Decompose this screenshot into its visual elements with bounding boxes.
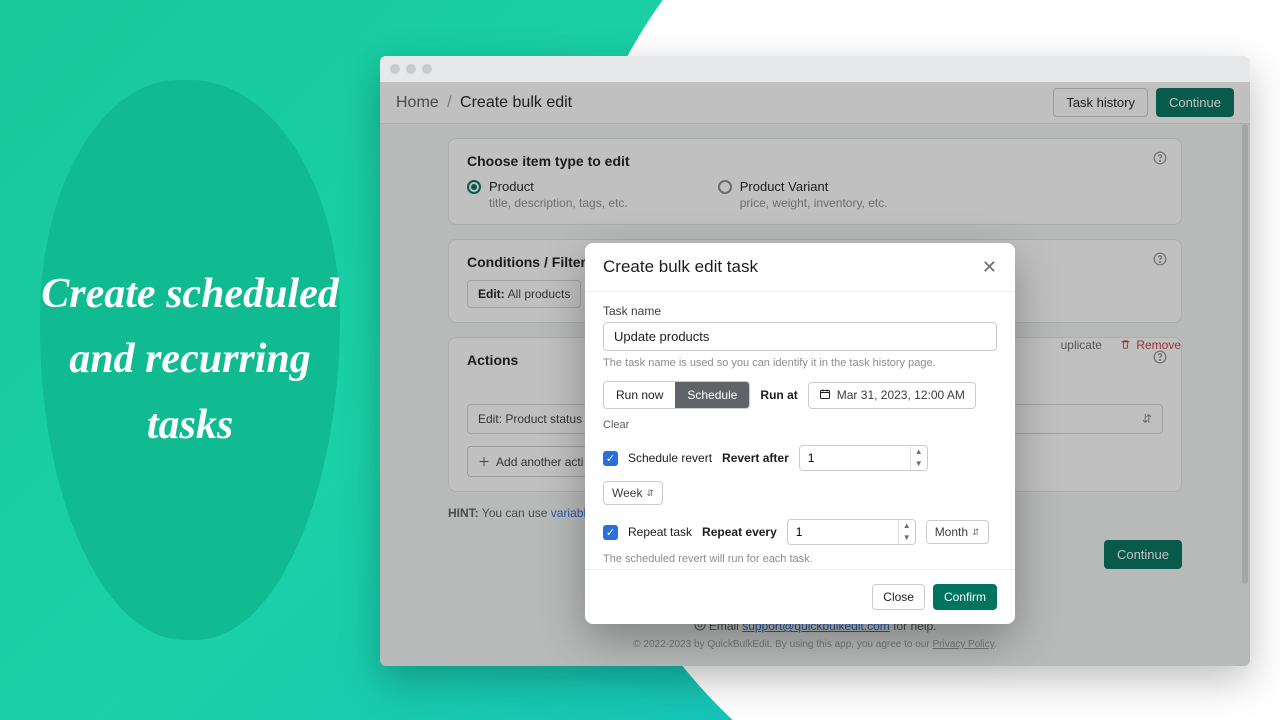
- scrollbar[interactable]: [1242, 124, 1248, 584]
- schedule-option[interactable]: Schedule: [675, 382, 749, 408]
- create-task-modal: Create bulk edit task ✕ Task name The ta…: [585, 243, 1015, 624]
- stepper-down-icon[interactable]: ▼: [899, 532, 915, 544]
- task-history-button[interactable]: Task history: [1053, 88, 1148, 117]
- close-icon[interactable]: ✕: [982, 258, 997, 276]
- breadcrumb-current: Create bulk edit: [460, 94, 572, 111]
- confirm-button[interactable]: Confirm: [933, 584, 997, 610]
- run-at-date-picker[interactable]: Mar 31, 2023, 12:00 AM: [808, 382, 976, 409]
- run-mode-segment: Run now Schedule: [603, 381, 750, 409]
- schedule-revert-label: Schedule revert: [628, 451, 712, 465]
- card-item-type: Choose item type to edit Product title, …: [448, 138, 1182, 225]
- stepper-up-icon[interactable]: ▲: [899, 520, 915, 532]
- task-name-input[interactable]: [603, 322, 997, 351]
- radio-icon: [467, 180, 481, 194]
- help-icon[interactable]: [1153, 252, 1167, 269]
- help-icon[interactable]: [1153, 350, 1167, 367]
- task-name-label: Task name: [603, 304, 997, 318]
- run-now-option[interactable]: Run now: [604, 382, 675, 408]
- modal-title: Create bulk edit task: [603, 257, 758, 277]
- stepper-down-icon[interactable]: ▼: [911, 458, 927, 470]
- task-name-hint: The task name is used so you can identif…: [603, 357, 997, 369]
- close-button[interactable]: Close: [872, 584, 925, 610]
- traffic-light-close[interactable]: [390, 64, 400, 74]
- calendar-icon: [819, 388, 831, 403]
- window-chrome: [380, 56, 1250, 82]
- plus-icon: ＋: [478, 453, 490, 470]
- copyright: © 2022-2023 by QuickBulkEdit. By using t…: [448, 639, 1182, 650]
- run-at-label: Run at: [760, 388, 797, 402]
- stepper-up-icon[interactable]: ▲: [911, 446, 927, 458]
- marketing-headline: Create scheduled and recurring tasks: [40, 262, 340, 457]
- repeat-task-label: Repeat task: [628, 525, 692, 539]
- breadcrumb-home[interactable]: Home: [396, 94, 439, 111]
- card-item-type-title: Choose item type to edit: [467, 153, 1163, 169]
- select-updown-icon: ⇵: [972, 527, 980, 538]
- header-bar: Home / Create bulk edit Task history Con…: [380, 82, 1250, 124]
- continue-button-bottom[interactable]: Continue: [1104, 540, 1182, 569]
- breadcrumb: Home / Create bulk edit: [396, 94, 572, 112]
- repeat-every-stepper[interactable]: ▲▼: [787, 519, 916, 545]
- repeat-unit-select[interactable]: Month ⇵: [926, 520, 989, 544]
- schedule-revert-checkbox[interactable]: ✓: [603, 451, 618, 466]
- conditions-pill[interactable]: Edit:All products: [467, 280, 581, 308]
- revert-unit-select[interactable]: Week ⇵: [603, 481, 663, 505]
- decorative-green-egg: Create scheduled and recurring tasks: [40, 80, 340, 640]
- repeat-hint: The scheduled revert will run for each t…: [603, 553, 997, 565]
- add-another-action-button[interactable]: ＋ Add another acti: [467, 446, 594, 477]
- continue-button-top[interactable]: Continue: [1156, 88, 1234, 117]
- traffic-light-min[interactable]: [406, 64, 416, 74]
- select-updown-icon: ⇵: [646, 488, 654, 499]
- privacy-policy-link[interactable]: Privacy Policy: [932, 639, 994, 650]
- remove-action-button[interactable]: Remove: [1120, 338, 1181, 352]
- clear-date-button[interactable]: Clear: [603, 419, 629, 431]
- revert-after-stepper[interactable]: ▲▼: [799, 445, 928, 471]
- radio-product-variant[interactable]: Product Variant: [718, 179, 888, 194]
- radio-icon: [718, 180, 732, 194]
- duplicate-action-button[interactable]: uplicate: [1061, 338, 1102, 352]
- traffic-light-max[interactable]: [422, 64, 432, 74]
- help-icon[interactable]: [1153, 151, 1167, 168]
- select-updown-icon: ⇵: [1142, 412, 1152, 426]
- radio-product[interactable]: Product: [467, 179, 628, 194]
- repeat-every-label: Repeat every: [702, 525, 777, 539]
- repeat-task-checkbox[interactable]: ✓: [603, 525, 618, 540]
- revert-after-label: Revert after: [722, 451, 789, 465]
